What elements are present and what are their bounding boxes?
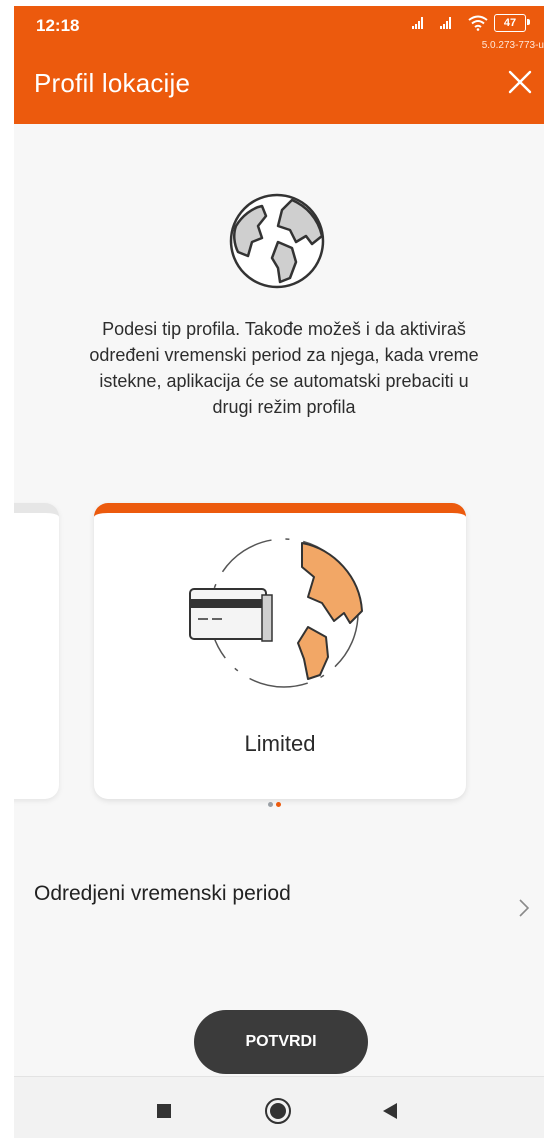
pager-dot-active[interactable] [276, 802, 281, 807]
signal-icon [412, 17, 423, 29]
status-time: 12:18 [36, 16, 80, 35]
system-nav-bar [14, 1076, 544, 1138]
home-icon[interactable] [264, 1097, 292, 1125]
recent-apps-icon[interactable] [156, 1103, 172, 1119]
app-screen: 12:18 47 5.0.273-773-u Profil lokacije P… [14, 6, 544, 1138]
signal-icon [440, 17, 451, 29]
card-label: Limited [244, 731, 316, 756]
close-icon [508, 70, 532, 94]
pager-dots [268, 802, 281, 807]
app-version: 5.0.273-773-u [481, 40, 544, 51]
credit-card-globe-icon [189, 538, 363, 688]
app-header: 12:18 47 5.0.273-773-u Profil lokacije [14, 6, 544, 124]
status-icons: 47 [412, 14, 530, 32]
time-period-label: Odredjeni vremenski period [34, 882, 291, 905]
globe-icon [229, 193, 325, 289]
time-period-row[interactable]: Odredjeni vremenski period [14, 856, 544, 926]
profile-card-limited[interactable]: Limited [94, 503, 466, 799]
intro-text: Podesi tip profila. Takođe možeš i da ak… [89, 319, 479, 417]
wifi-icon [468, 15, 488, 31]
back-icon[interactable] [382, 1102, 398, 1120]
pager-dot[interactable] [268, 802, 273, 807]
close-button[interactable] [508, 64, 544, 100]
confirm-button[interactable]: POTVRDI [194, 1010, 368, 1074]
chevron-right-icon [519, 899, 530, 917]
profile-card-previous[interactable] [14, 503, 59, 799]
page-title: Profil lokacije [34, 68, 191, 98]
battery-indicator: 47 [494, 14, 530, 32]
